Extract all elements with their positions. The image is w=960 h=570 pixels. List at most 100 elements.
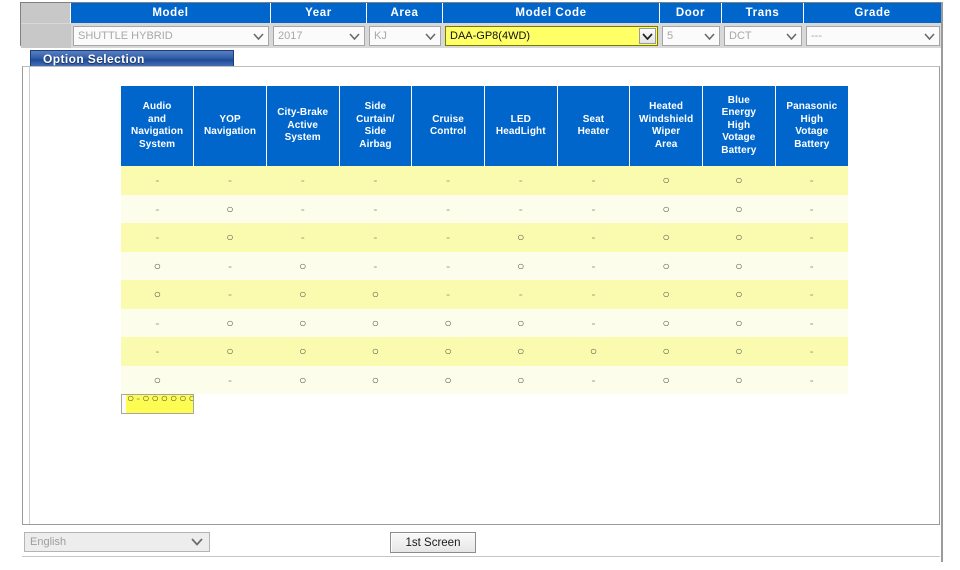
option-matrix-cell[interactable]: ○ [193, 194, 267, 223]
option-matrix-cell[interactable]: ○ [266, 280, 340, 309]
option-matrix-cell[interactable]: - [484, 166, 558, 195]
option-matrix-cell[interactable]: ○ [121, 365, 194, 394]
option-matrix-cell[interactable]: ○ [629, 166, 703, 195]
option-matrix-cell[interactable]: - [266, 194, 340, 223]
option-matrix-row[interactable]: ○ - ○ ○ ○ ○ - ○ ○ - [121, 365, 848, 394]
option-matrix-cell[interactable]: - [557, 194, 630, 223]
option-matrix-cell[interactable]: ○ [121, 251, 194, 280]
language-select[interactable]: English [24, 532, 210, 552]
option-matrix-cell[interactable]: ○ [411, 308, 485, 337]
option-matrix-cell[interactable]: ○ [150, 395, 160, 413]
option-matrix-row[interactable]: ○ - ○ - - ○ - ○ ○ - [121, 251, 848, 280]
option-matrix-cell[interactable]: - [411, 280, 485, 309]
option-matrix-cell[interactable]: - [557, 223, 630, 252]
option-matrix-cell[interactable]: - [775, 280, 848, 309]
option-matrix-cell[interactable]: ○ [702, 251, 776, 280]
option-matrix-cell[interactable]: ○ [484, 223, 558, 252]
option-matrix-cell[interactable]: - [339, 251, 412, 280]
option-matrix-cell[interactable]: ○ [266, 308, 340, 337]
option-matrix-cell[interactable]: - [266, 223, 340, 252]
option-matrix-cell[interactable]: ○ [629, 194, 703, 223]
option-matrix-row[interactable]: - - - - - - - ○ ○ - [121, 166, 848, 195]
option-matrix-row[interactable]: ○-○○○○○○○- [121, 394, 194, 414]
area-select[interactable]: KJ [369, 26, 441, 46]
option-matrix-cell[interactable]: ○ [126, 395, 136, 413]
option-matrix-cell[interactable]: - [411, 223, 485, 252]
option-matrix-cell[interactable]: ○ [484, 251, 558, 280]
door-select[interactable]: 5 [662, 26, 720, 46]
first-screen-button[interactable]: 1st Screen [390, 532, 476, 553]
option-matrix-cell[interactable]: - [121, 166, 194, 195]
option-matrix-row[interactable]: - ○ ○ ○ ○ ○ - ○ ○ - [121, 308, 848, 337]
option-matrix-cell[interactable]: ○ [187, 395, 193, 413]
option-matrix-cell[interactable]: - [121, 308, 194, 337]
option-matrix-cell[interactable]: - [121, 223, 194, 252]
option-matrix-cell[interactable]: ○ [178, 395, 188, 413]
option-matrix-cell[interactable]: ○ [702, 337, 776, 366]
option-matrix-cell[interactable]: ○ [702, 280, 776, 309]
option-matrix-cell[interactable]: - [411, 194, 485, 223]
option-matrix-cell[interactable]: ○ [339, 280, 412, 309]
option-matrix-cell[interactable]: ○ [141, 395, 151, 413]
option-matrix-cell[interactable]: - [775, 194, 848, 223]
option-matrix-row[interactable]: - ○ - - - ○ - ○ ○ - [121, 223, 848, 252]
option-matrix-cell[interactable]: ○ [266, 365, 340, 394]
option-matrix-cell[interactable]: ○ [702, 194, 776, 223]
option-matrix-cell[interactable]: - [339, 166, 412, 195]
option-matrix-cell[interactable]: ○ [159, 395, 169, 413]
model-code-select[interactable]: DAA-GP8(4WD) [445, 26, 658, 46]
option-matrix-cell[interactable]: ○ [629, 251, 703, 280]
option-matrix-cell[interactable]: - [339, 223, 412, 252]
option-matrix-cell[interactable]: ○ [193, 337, 267, 366]
option-matrix-cell[interactable]: ○ [193, 308, 267, 337]
option-matrix-cell[interactable]: - [775, 308, 848, 337]
year-select[interactable]: 2017 [273, 26, 365, 46]
option-matrix-cell[interactable]: ○ [629, 223, 703, 252]
option-matrix-cell[interactable]: - [775, 251, 848, 280]
option-matrix-cell[interactable]: ○ [702, 308, 776, 337]
option-matrix-cell[interactable]: - [557, 166, 630, 195]
option-matrix-cell[interactable]: ○ [702, 166, 776, 195]
option-matrix-cell[interactable]: - [411, 251, 485, 280]
option-matrix-cell[interactable]: - [121, 337, 194, 366]
trans-select[interactable]: DCT [724, 26, 802, 46]
option-matrix-cell[interactable]: - [557, 308, 630, 337]
option-matrix-cell[interactable]: ○ [629, 337, 703, 366]
option-matrix-row[interactable]: - ○ ○ ○ ○ ○ ○ ○ ○ - [121, 337, 848, 366]
option-matrix-cell[interactable]: - [484, 280, 558, 309]
option-matrix-cell[interactable]: - [411, 166, 485, 195]
option-matrix-cell[interactable]: - [775, 337, 848, 366]
option-matrix-cell[interactable]: ○ [339, 308, 412, 337]
option-matrix-cell[interactable]: ○ [266, 251, 340, 280]
option-matrix-cell[interactable]: ○ [339, 365, 412, 394]
option-matrix-cell[interactable]: ○ [411, 337, 485, 366]
option-matrix-cell[interactable]: ○ [629, 365, 703, 394]
option-matrix-cell[interactable]: ○ [629, 280, 703, 309]
option-matrix-cell[interactable]: - [193, 166, 267, 195]
option-matrix-cell[interactable]: - [775, 223, 848, 252]
option-matrix-cell[interactable]: - [193, 251, 267, 280]
model-select[interactable]: SHUTTLE HYBRID [73, 26, 269, 46]
option-matrix-cell[interactable]: ○ [411, 365, 485, 394]
chevron-down-icon[interactable] [639, 28, 656, 44]
option-matrix-cell[interactable]: - [775, 365, 848, 394]
option-matrix-cell[interactable]: ○ [193, 223, 267, 252]
option-matrix-row[interactable]: ○ - ○ ○ - - - ○ ○ - [121, 280, 848, 309]
option-matrix-cell[interactable]: - [121, 194, 194, 223]
grade-select[interactable]: --- [806, 26, 940, 46]
option-matrix-cell[interactable]: ○ [629, 308, 703, 337]
option-matrix-cell[interactable]: - [193, 365, 267, 394]
option-matrix-cell[interactable]: ○ [266, 337, 340, 366]
option-matrix-cell[interactable]: ○ [557, 337, 630, 366]
option-matrix-cell[interactable]: ○ [484, 308, 558, 337]
option-matrix-cell[interactable]: ○ [702, 223, 776, 252]
option-matrix-cell[interactable]: - [339, 194, 412, 223]
option-matrix-row[interactable]: - ○ - - - - - ○ ○ - [121, 194, 848, 223]
option-matrix-cell[interactable]: - [484, 194, 558, 223]
option-matrix-cell[interactable]: - [557, 365, 630, 394]
option-matrix-cell[interactable]: - [775, 166, 848, 195]
option-matrix-cell[interactable]: ○ [484, 337, 558, 366]
option-matrix-cell[interactable]: - [193, 280, 267, 309]
option-matrix-cell[interactable]: - [266, 166, 340, 195]
option-matrix-cell[interactable]: ○ [484, 365, 558, 394]
